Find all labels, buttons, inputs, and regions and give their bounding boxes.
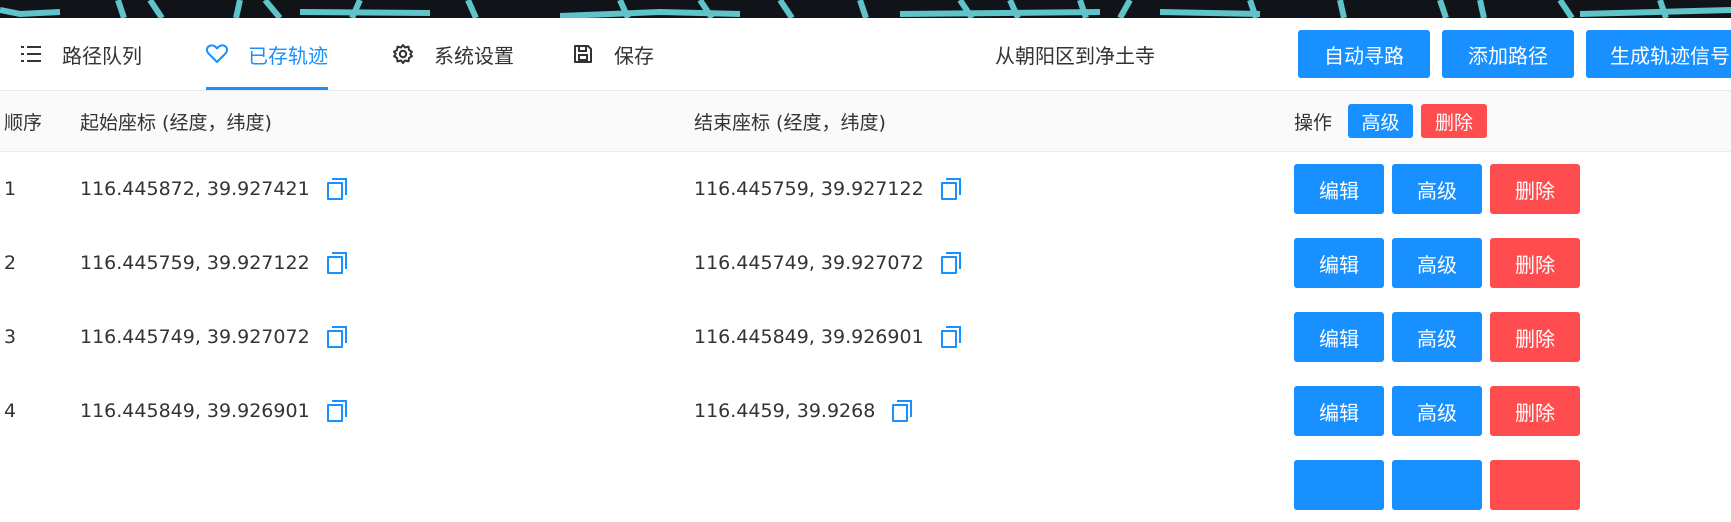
- order-cell: 1: [4, 178, 17, 200]
- table-header: 顺序 起始座标 (经度，纬度) 结束座标 (经度，纬度) 操作 高级 删除: [0, 91, 1731, 152]
- edit-button[interactable]: [1294, 460, 1384, 510]
- copy-icon[interactable]: [326, 251, 348, 275]
- end-coord-text: 116.445749, 39.927072: [694, 252, 924, 274]
- start-coord-text: 116.445849, 39.926901: [80, 400, 310, 422]
- copy-icon[interactable]: [891, 399, 913, 423]
- tab-label: 保存: [614, 43, 654, 68]
- order-cell: 2: [4, 252, 17, 274]
- heart-icon: [206, 43, 228, 65]
- column-header-actions: 操作: [1294, 111, 1333, 134]
- start-coord-text: 116.445759, 39.927122: [80, 252, 310, 274]
- end-coord-cell: 116.4459, 39.9268: [694, 374, 913, 448]
- tab-label: 已存轨迹: [248, 43, 328, 68]
- advanced-button[interactable]: 高级: [1392, 164, 1482, 214]
- order-cell: 3: [4, 326, 17, 348]
- edit-button[interactable]: 编辑: [1294, 238, 1384, 288]
- advanced-button[interactable]: 高级: [1392, 386, 1482, 436]
- delete-button[interactable]: 删除: [1490, 164, 1580, 214]
- start-coord-cell: 116.445749, 39.927072: [80, 300, 348, 374]
- tab-label: 路径队列: [62, 43, 142, 68]
- table-row: 3 116.445749, 39.927072 116.445849, 39.9…: [0, 300, 1731, 375]
- copy-icon[interactable]: [326, 325, 348, 349]
- column-header-end: 结束座标 (经度，纬度): [694, 111, 886, 134]
- start-coord-cell: 116.445849, 39.926901: [80, 374, 348, 448]
- table-row: 1 116.445872, 39.927421 116.445759, 39.9…: [0, 152, 1731, 227]
- end-coord-text: 116.4459, 39.9268: [694, 400, 876, 422]
- table-row: 2 116.445759, 39.927122 116.445749, 39.9…: [0, 226, 1731, 301]
- advanced-button[interactable]: 高级: [1392, 238, 1482, 288]
- start-coord-cell: 116.445759, 39.927122: [80, 226, 348, 300]
- list-icon: [20, 43, 42, 65]
- start-coord-cell: 116.445872, 39.927421: [80, 152, 348, 226]
- copy-icon[interactable]: [940, 325, 962, 349]
- table-row: 4 116.445849, 39.926901 116.4459, 39.926…: [0, 374, 1731, 449]
- end-coord-text: 116.445849, 39.926901: [694, 326, 924, 348]
- delete-button[interactable]: 删除: [1490, 312, 1580, 362]
- edit-button[interactable]: 编辑: [1294, 312, 1384, 362]
- generate-signal-button[interactable]: 生成轨迹信号: [1586, 30, 1731, 78]
- advanced-button[interactable]: 高级: [1392, 312, 1482, 362]
- edit-button[interactable]: 编辑: [1294, 386, 1384, 436]
- end-coord-cell: 116.445849, 39.926901: [694, 300, 962, 374]
- bulk-delete-button[interactable]: 删除: [1421, 104, 1487, 138]
- delete-button[interactable]: 删除: [1490, 238, 1580, 288]
- end-coord-text: 116.445759, 39.927122: [694, 178, 924, 200]
- delete-button[interactable]: 删除: [1490, 386, 1580, 436]
- delete-button[interactable]: [1490, 460, 1580, 510]
- map-view[interactable]: [0, 0, 1731, 18]
- route-title: 从朝阳区到净土寺: [995, 43, 1155, 68]
- end-coord-cell: 116.445759, 39.927122: [694, 152, 962, 226]
- add-route-button[interactable]: 添加路径: [1442, 30, 1574, 78]
- tab-label: 系统设置: [434, 43, 514, 68]
- gear-icon: [392, 43, 414, 65]
- tab-route-queue[interactable]: 路径队列: [20, 18, 142, 90]
- column-header-start: 起始座标 (经度，纬度): [80, 111, 272, 134]
- copy-icon[interactable]: [326, 399, 348, 423]
- advanced-button[interactable]: [1392, 460, 1482, 510]
- bulk-advanced-button[interactable]: 高级: [1348, 104, 1413, 138]
- start-coord-text: 116.445872, 39.927421: [80, 178, 310, 200]
- copy-icon[interactable]: [940, 251, 962, 275]
- tab-save[interactable]: 保存: [572, 18, 654, 90]
- toolbar: 路径队列 已存轨迹 系统设置 保存 从朝阳区到净土寺 自动寻路 添加路径 生成轨…: [0, 18, 1731, 91]
- order-cell: 4: [4, 400, 17, 422]
- save-icon: [572, 43, 594, 65]
- auto-route-button[interactable]: 自动寻路: [1298, 30, 1430, 78]
- tab-system-settings[interactable]: 系统设置: [392, 18, 514, 90]
- table-row: [0, 448, 1731, 522]
- copy-icon[interactable]: [326, 177, 348, 201]
- tab-saved-tracks[interactable]: 已存轨迹: [206, 18, 328, 90]
- edit-button[interactable]: 编辑: [1294, 164, 1384, 214]
- end-coord-cell: 116.445749, 39.927072: [694, 226, 962, 300]
- start-coord-text: 116.445749, 39.927072: [80, 326, 310, 348]
- column-header-order: 顺序: [4, 111, 43, 134]
- copy-icon[interactable]: [940, 177, 962, 201]
